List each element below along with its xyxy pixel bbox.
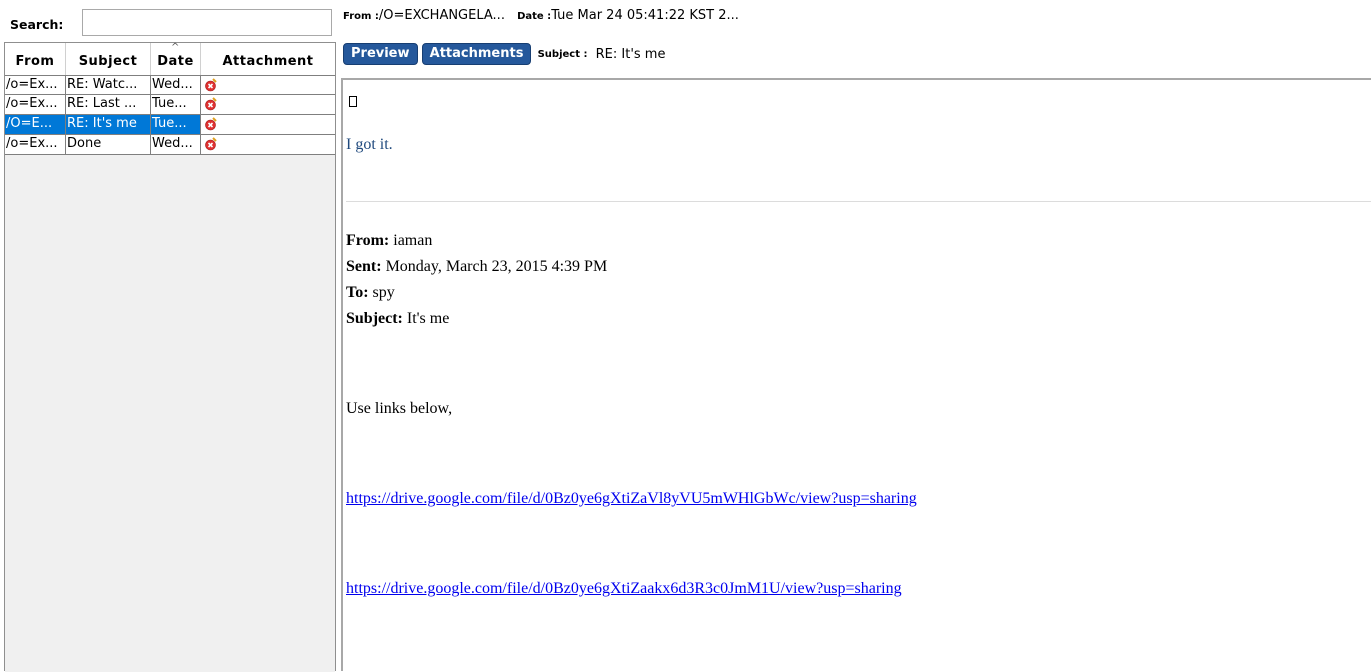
message-list-pane: Search: From Subject ^ Date Attachment /… <box>0 0 338 672</box>
tab-preview[interactable]: Preview <box>343 43 418 65</box>
row-attachment[interactable] <box>201 135 335 154</box>
message-header: From :/O=EXCHANGELA... Date :Tue Mar 24 … <box>343 8 739 28</box>
message-body-text: Use links below, <box>346 400 453 417</box>
message-detail-pane: From :/O=EXCHANGELA... Date :Tue Mar 24 … <box>341 0 1371 671</box>
column-header-attachment[interactable]: Attachment <box>201 43 335 75</box>
quoted-subject-label: Subject: <box>346 310 403 327</box>
column-header-subject[interactable]: Subject <box>66 43 151 75</box>
search-input[interactable] <box>82 9 332 36</box>
attachment-error-icon <box>205 78 217 92</box>
column-header-from[interactable]: From <box>5 43 66 75</box>
missing-glyph-icon <box>349 96 357 107</box>
drive-link-2[interactable]: https://drive.google.com/file/d/0Bz0ye6g… <box>346 580 902 598</box>
quoted-subject-value: It's me <box>406 310 450 327</box>
grid-rows: /o=Ex... RE: Watc... Wed... /o=Ex... RE:… <box>5 75 335 155</box>
row-attachment[interactable] <box>201 95 335 114</box>
table-row[interactable]: /o=Ex... Done Wed... <box>5 135 335 155</box>
search-label: Search: <box>10 17 64 32</box>
quoted-from-line: From: iaman <box>346 232 432 250</box>
grid-header: From Subject ^ Date Attachment <box>5 42 335 75</box>
from-label: From : <box>343 11 379 22</box>
drive-link-1[interactable]: https://drive.google.com/file/d/0Bz0ye6g… <box>346 490 917 508</box>
row-attachment[interactable] <box>201 115 335 134</box>
table-row[interactable]: /o=Ex... RE: Watc... Wed... <box>5 75 335 95</box>
row-from: /o=Ex... <box>5 95 66 114</box>
quoted-to-value: spy <box>372 284 395 301</box>
row-from: /o=Ex... <box>5 135 66 154</box>
message-grid: From Subject ^ Date Attachment /o=Ex... … <box>4 42 336 672</box>
row-subject: RE: Watc... <box>66 76 151 95</box>
row-attachment[interactable] <box>201 76 335 95</box>
quoted-from-value: iaman <box>393 232 433 249</box>
table-row-selected[interactable]: /O=E... RE: It's me Tue... <box>5 115 335 135</box>
view-toolbar: Preview Attachments Subject : RE: It's m… <box>343 43 665 65</box>
quoted-sent-value: Monday, March 23, 2015 4:39 PM <box>385 258 608 275</box>
row-date: Wed... <box>151 76 201 95</box>
attachment-error-icon <box>205 117 217 131</box>
row-date: Tue... <box>151 95 201 114</box>
tab-attachments[interactable]: Attachments <box>421 43 532 65</box>
row-subject: RE: Last ... <box>66 95 151 114</box>
date-label: Date : <box>517 11 552 22</box>
quoted-to-line: To: spy <box>346 284 395 302</box>
subject-label: Subject : <box>537 48 588 60</box>
message-preview[interactable]: I got it. From: iaman Sent: Monday, Marc… <box>341 78 1371 671</box>
table-row[interactable]: /o=Ex... RE: Last ... Tue... <box>5 95 335 115</box>
subject-value: RE: It's me <box>595 46 666 62</box>
row-subject: RE: It's me <box>66 115 151 134</box>
quoted-sent-line: Sent: Monday, March 23, 2015 4:39 PM <box>346 258 607 276</box>
row-date: Wed... <box>151 135 201 154</box>
attachment-error-icon <box>205 97 217 111</box>
quoted-from-label: From: <box>346 232 390 249</box>
quoted-sent-label: Sent: <box>346 258 382 275</box>
reply-text: I got it. <box>346 136 393 153</box>
sort-ascending-icon: ^ <box>171 42 180 53</box>
row-from: /O=E... <box>5 115 66 134</box>
row-subject: Done <box>66 135 151 154</box>
from-value: /O=EXCHANGELA... <box>378 8 505 23</box>
grid-empty-area <box>5 155 335 672</box>
row-from: /o=Ex... <box>5 76 66 95</box>
quote-separator <box>346 201 1371 202</box>
row-date: Tue... <box>151 115 201 134</box>
attachment-error-icon <box>205 137 217 151</box>
quoted-subject-line: Subject: It's me <box>346 310 449 328</box>
column-header-date[interactable]: ^ Date <box>151 42 201 75</box>
quoted-to-label: To: <box>346 284 369 301</box>
date-value: Tue Mar 24 05:41:22 KST 2... <box>551 8 739 23</box>
